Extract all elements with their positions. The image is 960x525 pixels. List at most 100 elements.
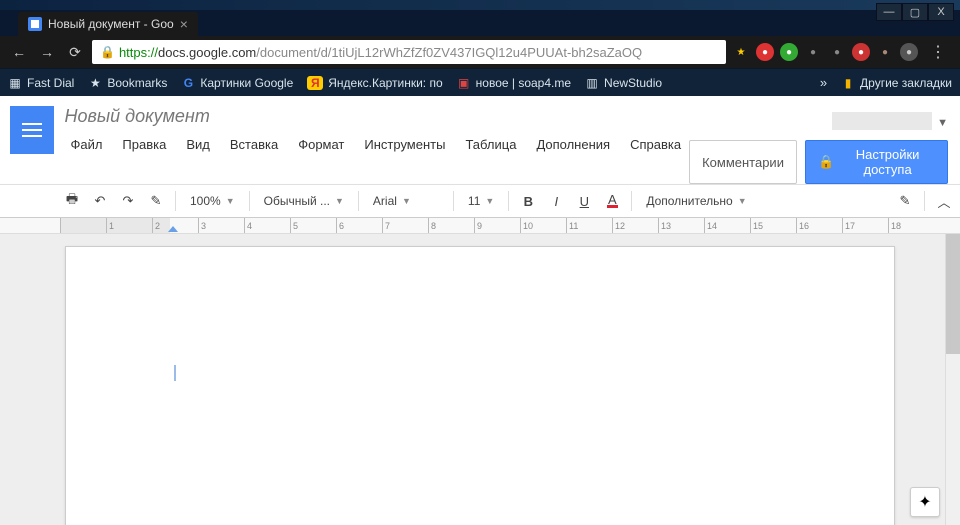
document-page[interactable] [65, 246, 895, 525]
font-size-select[interactable]: 11 ▼ [461, 189, 501, 213]
explore-button[interactable]: ✦ [910, 487, 940, 517]
collapse-toolbar-button[interactable]: ︿ [932, 189, 956, 213]
ruler-mark: 8 [428, 218, 474, 234]
underline-button[interactable]: U [572, 189, 596, 213]
browser-menu-button[interactable]: ⋮ [924, 42, 952, 62]
other-bookmarks-button[interactable]: ▮Другие закладки [841, 76, 952, 90]
address-bar[interactable]: 🔒 https://docs.google.com/document/d/1ti… [92, 40, 726, 64]
bookmark-item[interactable]: GКартинки Google [181, 76, 293, 90]
ruler-mark: 18 [888, 218, 934, 234]
text-color-icon: A [607, 194, 618, 208]
menu-format[interactable]: Формат [290, 133, 352, 156]
docs-logo-icon [22, 129, 42, 131]
window-titlebar [0, 0, 960, 10]
ruler-scale: 1 2 3 4 5 6 7 8 9 10 11 12 13 14 15 16 1… [60, 218, 934, 234]
menu-help[interactable]: Справка [622, 133, 689, 156]
ruler-mark: 17 [842, 218, 888, 234]
yandex-icon: Я [307, 76, 323, 90]
document-title-input[interactable]: Новый документ [62, 102, 689, 129]
comments-button[interactable]: Комментарии [689, 140, 797, 184]
forward-button[interactable]: → [36, 41, 58, 63]
extension-icon[interactable]: ● [828, 43, 846, 61]
newstudio-icon: ▥ [585, 76, 599, 90]
font-value: Arial [373, 194, 397, 208]
user-menu-caret-icon[interactable]: ▼ [937, 117, 948, 129]
redo-button[interactable]: ↷ [116, 189, 140, 213]
ruler-mark: 15 [750, 218, 796, 234]
indent-marker-icon[interactable] [168, 226, 178, 232]
chevron-down-icon: ▼ [335, 196, 344, 206]
browser-tab[interactable]: Новый документ - Goo × [18, 12, 198, 36]
extension-icon[interactable]: ● [756, 43, 774, 61]
ruler-mark: 1 [106, 218, 152, 234]
ruler-mark: 7 [382, 218, 428, 234]
undo-button[interactable]: ↶ [88, 189, 112, 213]
paint-format-button[interactable]: ✎ [144, 189, 168, 213]
tab-close-icon[interactable]: × [180, 16, 188, 32]
menu-edit[interactable]: Правка [114, 133, 174, 156]
menu-view[interactable]: Вид [178, 133, 218, 156]
bookmark-item[interactable]: ▥NewStudio [585, 76, 662, 90]
extension-icon[interactable]: ● [900, 43, 918, 61]
folder-icon: ▮ [841, 76, 855, 90]
bookmark-label: Fast Dial [27, 76, 74, 90]
extension-icon[interactable]: ● [876, 43, 894, 61]
ruler-mark: 12 [612, 218, 658, 234]
chevron-down-icon: ▼ [485, 196, 494, 206]
reload-button[interactable]: ⟳ [64, 41, 86, 63]
bookmark-item[interactable]: ЯЯндекс.Картинки: по [307, 76, 442, 90]
bookmarks-bar: ▦Fast Dial ★ Bookmarks GКартинки Google Я… [0, 68, 960, 96]
print-button[interactable]: 🖶 [60, 189, 84, 213]
menu-addons[interactable]: Дополнения [528, 133, 618, 156]
ruler-mark: 16 [796, 218, 842, 234]
url-protocol: https:// [119, 45, 158, 60]
zoom-select[interactable]: 100% ▼ [183, 189, 242, 213]
bookmarks-overflow-button[interactable]: » [820, 75, 827, 90]
bookmark-item[interactable]: ▣ новое | soap4.me [457, 76, 571, 90]
vertical-scrollbar[interactable] [945, 234, 960, 525]
menu-insert[interactable]: Вставка [222, 133, 286, 156]
zoom-value: 100% [190, 194, 221, 208]
paragraph-style-select[interactable]: Обычный ...▼ [257, 189, 351, 213]
ruler-mark [60, 218, 106, 234]
star-icon: ★ [88, 76, 102, 90]
bookmark-label: новое | soap4.me [476, 76, 571, 90]
ruler-mark: 9 [474, 218, 520, 234]
ruler[interactable]: 1 2 3 4 5 6 7 8 9 10 11 12 13 14 15 16 1… [0, 218, 960, 234]
menu-bar: Файл Правка Вид Вставка Формат Инструмен… [62, 129, 689, 160]
editing-mode-button[interactable]: ✎ [893, 189, 917, 213]
browser-toolbar: ← → ⟳ 🔒 https://docs.google.com/document… [0, 36, 960, 68]
text-cursor [174, 365, 176, 381]
share-button[interactable]: 🔒 Настройки доступа [805, 140, 948, 184]
docs-favicon-icon [28, 17, 42, 31]
italic-button[interactable]: I [544, 189, 568, 213]
lock-icon: 🔒 [818, 154, 834, 170]
extension-icon[interactable]: ● [780, 43, 798, 61]
extension-icon[interactable]: ● [804, 43, 822, 61]
more-tools-button[interactable]: Дополнительно▼ [639, 189, 753, 213]
font-select[interactable]: Arial▼ [366, 189, 446, 213]
share-label: Настройки доступа [840, 147, 935, 177]
scrollbar-thumb[interactable] [946, 234, 960, 354]
extension-icon[interactable]: ● [852, 43, 870, 61]
bookmark-item[interactable]: ▦Fast Dial [8, 76, 74, 90]
text-color-button[interactable]: A [600, 189, 624, 213]
bookmark-item[interactable]: ★ Bookmarks [88, 76, 167, 90]
menu-tools[interactable]: Инструменты [356, 133, 453, 156]
bold-button[interactable]: B [516, 189, 540, 213]
star-bookmark-icon[interactable]: ★ [732, 43, 750, 61]
back-button[interactable]: ← [8, 41, 30, 63]
document-canvas-area: ✦ [0, 234, 960, 525]
bookmark-label: Bookmarks [107, 76, 167, 90]
url-path: /document/d/1tiUjL12rWhZfZf0ZV437IGQl12u… [256, 45, 642, 60]
user-name-placeholder [832, 112, 932, 130]
size-value: 11 [468, 194, 480, 208]
lock-icon: 🔒 [100, 45, 115, 59]
docs-home-button[interactable] [10, 106, 54, 154]
chevron-down-icon: ▼ [226, 196, 235, 206]
menu-table[interactable]: Таблица [457, 133, 524, 156]
ruler-mark: 14 [704, 218, 750, 234]
toolbar: 🖶 ↶ ↷ ✎ 100%▼ Обычный ...▼ Arial▼ 11▼ B … [0, 184, 960, 218]
menu-file[interactable]: Файл [62, 133, 110, 156]
soap-icon: ▣ [457, 76, 471, 90]
